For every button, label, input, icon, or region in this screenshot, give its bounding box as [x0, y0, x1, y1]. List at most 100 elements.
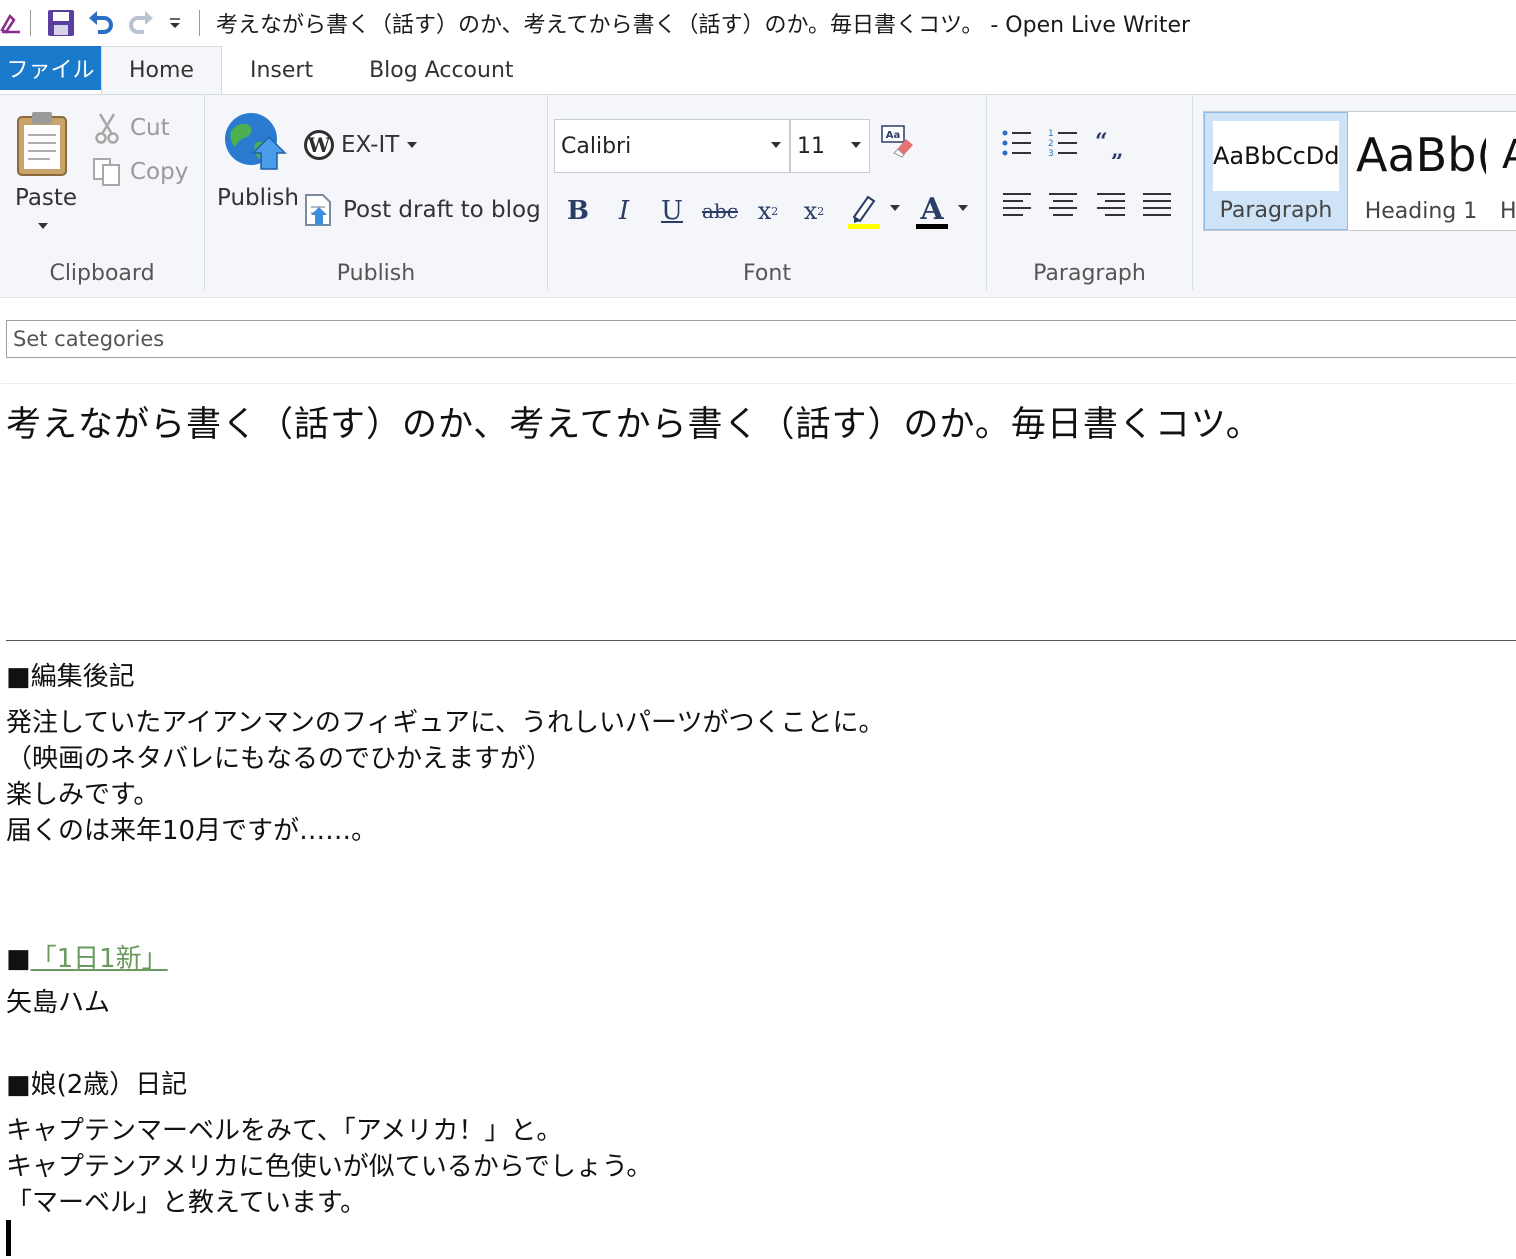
clear-formatting-button[interactable]: Aa	[880, 123, 918, 161]
open-live-writer-icon[interactable]	[0, 12, 22, 34]
diary-line-3: 「マーベル」と教えています。	[6, 1188, 367, 1218]
numbered-list-button[interactable]: 123	[1047, 127, 1081, 161]
paste-dropdown-arrow[interactable]	[38, 223, 48, 229]
align-left-icon	[1003, 193, 1031, 216]
justify-button[interactable]	[1141, 191, 1175, 221]
copy-icon	[93, 158, 120, 186]
svg-text:„: „	[1111, 137, 1124, 159]
cut-button[interactable]: Cut	[94, 111, 204, 145]
customize-toolbar-icon[interactable]	[161, 3, 189, 43]
redo-icon[interactable]	[121, 3, 161, 43]
style-heading-1[interactable]: AaBb( Heading 1	[1348, 112, 1494, 230]
svg-text:1: 1	[1048, 129, 1054, 139]
style-paragraph[interactable]: AaBbCcDdE Paragraph	[1204, 112, 1348, 230]
font-size-select[interactable]: 11	[790, 119, 870, 173]
svg-text:“: “	[1095, 129, 1108, 155]
ribbon-tabs: ファイル Home Insert Blog Account	[0, 46, 1516, 94]
font-size-value: 11	[797, 133, 825, 159]
post-draft-button[interactable]: Post draft to blog	[303, 191, 541, 229]
align-right-button[interactable]	[1095, 191, 1129, 221]
font-family-select[interactable]: Calibri	[554, 119, 790, 173]
afterword-line-1: 発注していたアイアンマンのフィギュアに、うれしいパーツがつくことに。	[6, 708, 885, 738]
copy-label: Copy	[130, 159, 189, 185]
svg-text:2: 2	[1048, 139, 1054, 149]
title-separator	[199, 10, 200, 36]
window-title: 考えながら書く（話す）のか、考えてから書く（話す）のか。毎日書くコツ。 - Op…	[216, 13, 1191, 38]
svg-text:3: 3	[1048, 149, 1054, 159]
blockquote-button[interactable]: “„	[1093, 127, 1127, 163]
svg-text:Aa: Aa	[886, 130, 901, 141]
svg-text:A: A	[919, 192, 944, 227]
diary-line-1: キャプテンマーベルをみて、「アメリカ！」と。	[6, 1116, 563, 1146]
ribbon: Paste Cut Copy Clipboard Publish W EX-IT	[0, 94, 1516, 297]
scissors-icon	[95, 113, 119, 144]
style-heading-2[interactable]: A H	[1494, 112, 1516, 230]
align-center-button[interactable]	[1047, 191, 1081, 221]
tab-home[interactable]: Home	[101, 46, 222, 94]
post-draft-icon	[305, 194, 331, 226]
diary-line-2: キャプテンアメリカに色使いが似ているからでしょう。	[6, 1152, 653, 1182]
clipboard-group: Paste Cut Copy Clipboard	[0, 95, 205, 290]
blog-selector[interactable]: W EX-IT	[303, 127, 418, 163]
quote-icon: “„	[1095, 129, 1124, 163]
numbered-list-icon: 123	[1048, 129, 1077, 159]
undo-icon[interactable]	[81, 3, 121, 43]
strikethrough-button[interactable]: abc	[700, 193, 740, 229]
style-gallery: AaBbCcDdE Paragraph AaBb( Heading 1 A H	[1203, 111, 1516, 231]
bullet-list-button[interactable]	[1001, 127, 1035, 161]
blog-name: EX-IT	[341, 132, 400, 158]
font-group: Calibri 11 Aa B I U abc x2 x2 A Font	[548, 95, 987, 290]
style-heading-1-label: Heading 1	[1364, 199, 1478, 224]
paste-button[interactable]: Paste	[8, 107, 80, 237]
categories-input[interactable]: Set categories	[6, 320, 1516, 358]
highlighter-icon	[848, 195, 880, 229]
globe-publish-icon	[225, 113, 287, 170]
highlight-dropdown-arrow[interactable]	[890, 205, 900, 211]
font-color-icon: A	[916, 192, 948, 229]
font-color-dropdown-arrow[interactable]	[958, 205, 968, 211]
svg-text:W: W	[307, 133, 331, 157]
font-family-value: Calibri	[561, 133, 632, 159]
publish-button[interactable]: Publish	[213, 109, 299, 219]
tab-blog-account[interactable]: Blog Account	[341, 46, 541, 94]
style-heading-2-preview: A	[1502, 120, 1516, 190]
post-editor[interactable]: 考えながら書く（話す）のか、考えてから書く（話す）のか。毎日書くコツ。 ■編集後…	[0, 384, 1516, 1259]
afterword-heading: ■編集後記	[6, 662, 135, 692]
align-right-icon	[1097, 193, 1125, 216]
save-icon[interactable]	[41, 3, 81, 43]
superscript-button[interactable]: x2	[796, 193, 832, 229]
style-heading-2-label: H	[1500, 199, 1516, 224]
clipboard-icon	[17, 112, 67, 176]
font-color-button[interactable]: A	[914, 191, 974, 231]
tab-file[interactable]: ファイル	[0, 46, 101, 90]
afterword-line-4: 届くのは来年10月ですが……。	[6, 816, 378, 846]
daily-new-item: 矢島ハム	[6, 988, 111, 1018]
diary-heading: ■娘(2歳）日記	[6, 1070, 188, 1100]
daily-new-link[interactable]: 「1日1新」	[31, 944, 168, 974]
wordpress-icon: W	[304, 130, 334, 160]
italic-button[interactable]: I	[606, 193, 642, 229]
afterword-line-2: （映画のネタバレにもなるのでひかえますが）	[6, 744, 553, 774]
blog-dropdown-arrow	[407, 142, 418, 148]
afterword-line-3: 楽しみです。	[6, 780, 160, 810]
post-title[interactable]: 考えながら書く（話す）のか、考えてから書く（話す）のか。毎日書くコツ。	[6, 396, 1262, 447]
highlight-button[interactable]	[846, 191, 906, 231]
clear-formatting-icon: Aa	[881, 125, 913, 158]
categories-bar: Set categories	[0, 297, 1516, 383]
style-heading-1-preview: AaBb(	[1356, 120, 1486, 190]
bold-button[interactable]: B	[560, 193, 596, 229]
style-paragraph-label: Paragraph	[1219, 198, 1333, 223]
copy-button[interactable]: Copy	[92, 155, 204, 189]
paragraph-group: 123 “„ Paragraph	[987, 95, 1193, 290]
subscript-button[interactable]: x2	[750, 193, 786, 229]
clipboard-group-label: Clipboard	[49, 261, 155, 286]
tab-insert[interactable]: Insert	[222, 46, 341, 94]
justify-icon	[1143, 193, 1171, 216]
underline-button[interactable]: U	[654, 193, 690, 229]
publish-group-label: Publish	[336, 261, 416, 286]
align-left-button[interactable]	[1001, 191, 1035, 221]
publish-label: Publish	[217, 185, 299, 211]
horizontal-rule	[6, 640, 1516, 641]
bullet-list-icon	[1002, 130, 1031, 156]
text-cursor	[6, 1220, 11, 1256]
